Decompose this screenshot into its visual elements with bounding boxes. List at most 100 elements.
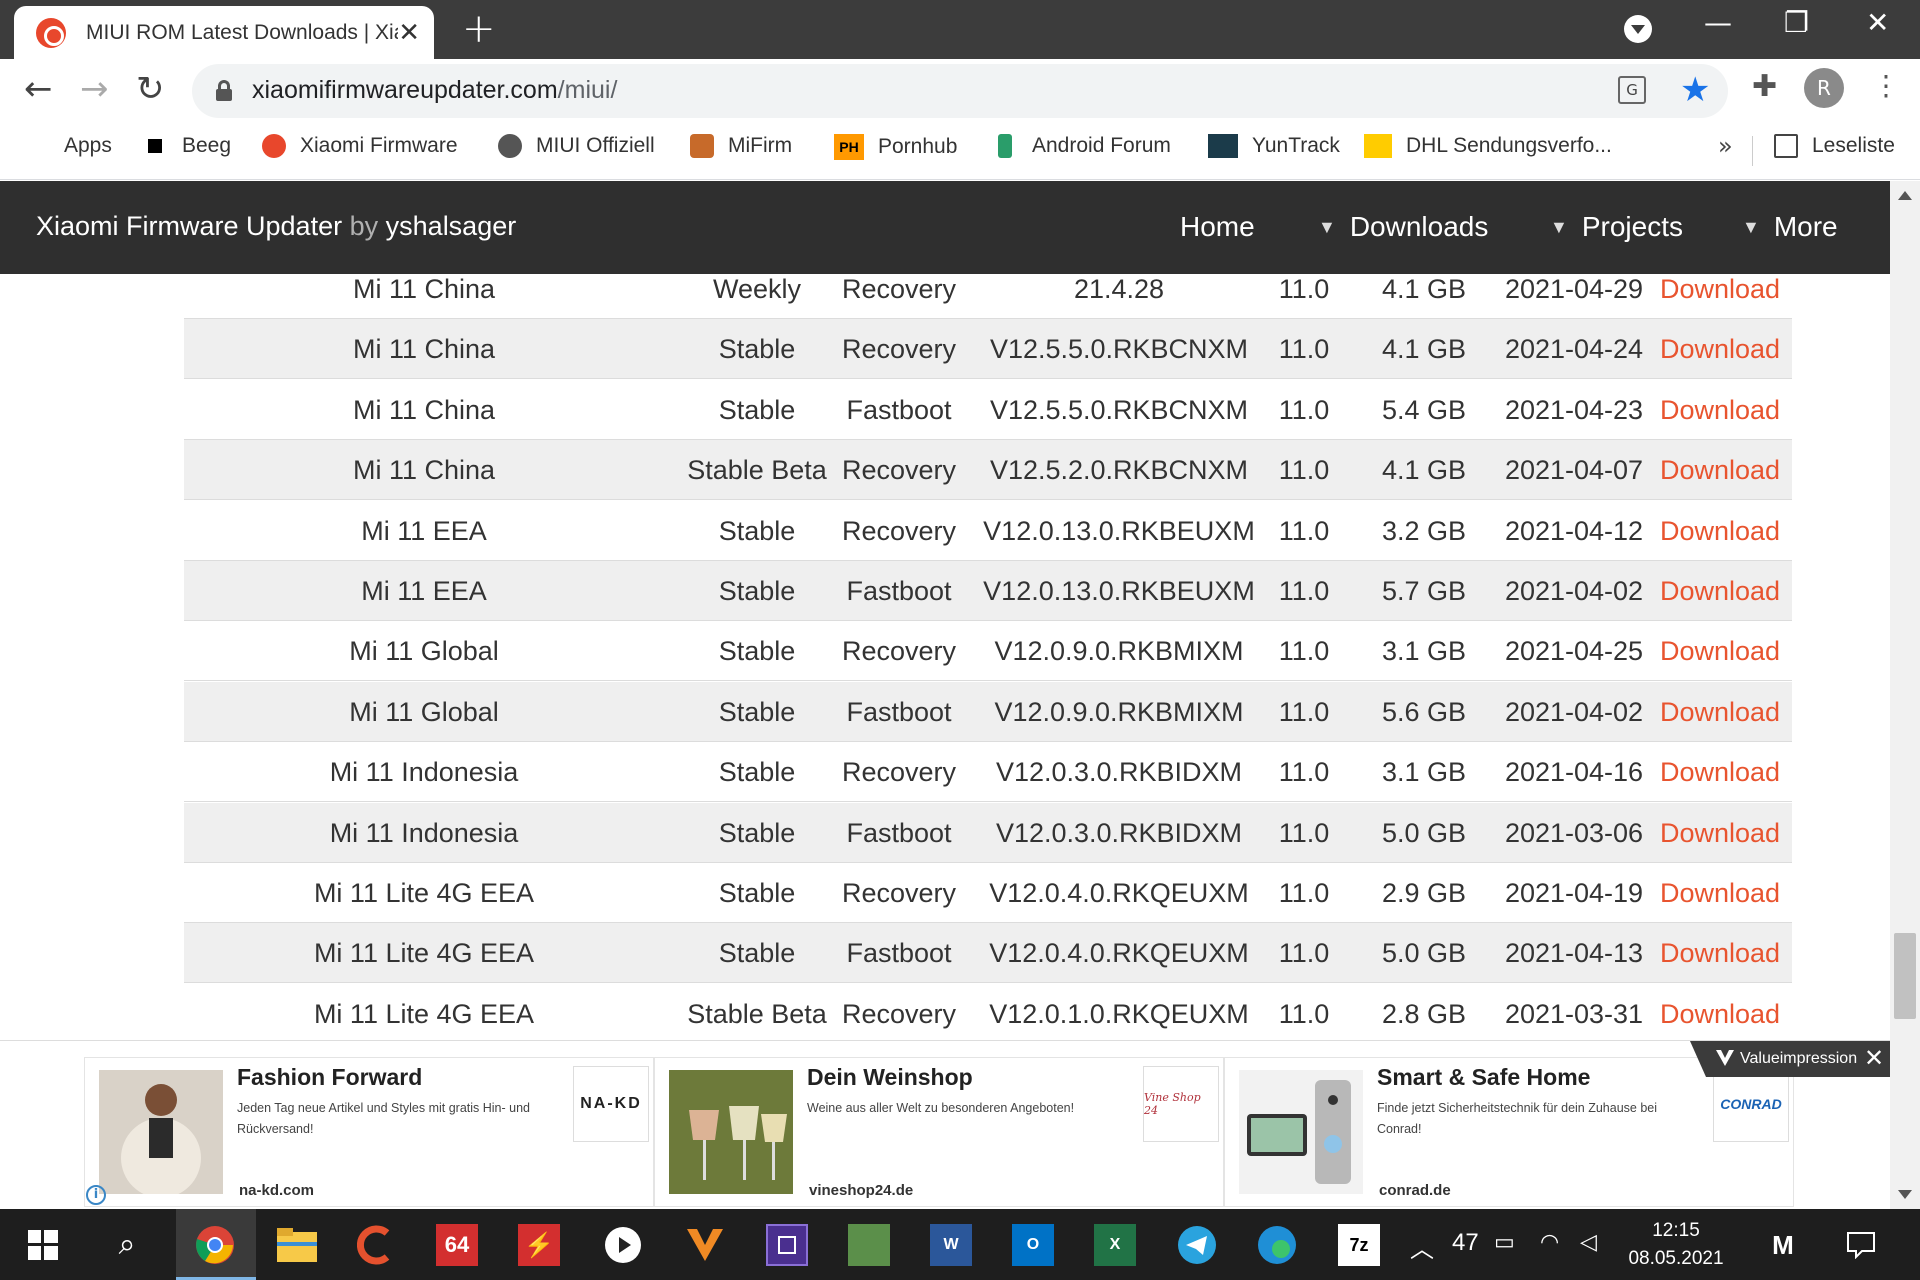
media-player-icon[interactable]	[602, 1224, 644, 1266]
scrollbar-thumb[interactable]	[1894, 933, 1916, 1019]
browser-tab-active[interactable]: MIUI ROM Latest Downloads | Xiaomi Firmw…	[14, 6, 434, 59]
cell-version: V12.0.4.0.RKQEUXM	[989, 938, 1249, 969]
forward-arrow-icon[interactable]: →	[80, 69, 109, 109]
more-bookmarks-chevron-icon[interactable]: »	[1718, 132, 1733, 160]
flash-icon[interactable]: ⚡	[518, 1224, 560, 1266]
restore-icon[interactable]: ❐	[1784, 6, 1809, 39]
bookmark-xiaomi-firmware[interactable]: Xiaomi Firmware	[262, 134, 458, 158]
close-window-icon[interactable]: ✕	[1866, 6, 1889, 39]
download-link[interactable]: Download	[1654, 682, 1786, 742]
profile-avatar[interactable]: R	[1804, 68, 1844, 108]
bookmark-android-forum[interactable]: Android Forum	[998, 134, 1171, 158]
notifications-icon[interactable]	[1840, 1224, 1882, 1266]
tray-chevron-up-icon[interactable]: ︿	[1410, 1229, 1434, 1264]
battery-icon[interactable]: ▭	[1494, 1229, 1515, 1255]
ccleaner-icon[interactable]	[356, 1224, 398, 1266]
site-brand[interactable]: Xiaomi Firmware Updater by yshalsager	[36, 211, 516, 242]
bookmark-yuntrack[interactable]: YunTrack	[1208, 134, 1340, 158]
word-icon[interactable]: W	[930, 1224, 972, 1266]
cell-branch: Stable	[718, 817, 796, 848]
ad-card-vineshop[interactable]: Dein Weinshop Weine aus aller Welt zu be…	[654, 1057, 1224, 1207]
cell-date: 2021-04-02	[1504, 696, 1644, 727]
file-explorer-icon[interactable]	[276, 1224, 318, 1266]
scroll-down-arrow-icon[interactable]	[1898, 1190, 1912, 1199]
bookmark-beeg[interactable]: Beeg	[148, 134, 231, 158]
nav-home[interactable]: Home	[1180, 211, 1255, 243]
excel-icon[interactable]: X	[1094, 1224, 1136, 1266]
reload-icon[interactable]: ↻	[136, 69, 165, 109]
download-link[interactable]: Download	[1654, 380, 1786, 440]
page-scrollbar[interactable]	[1890, 181, 1920, 1209]
bookmark-star-icon[interactable]: ★	[1680, 70, 1710, 110]
cell-branch: Stable Beta	[687, 998, 827, 1029]
ad-card-conrad[interactable]: Smart & Safe Home Finde jetzt Sicherheit…	[1224, 1057, 1794, 1207]
reading-list-button[interactable]: Leseliste	[1774, 134, 1895, 158]
valueimpression-badge[interactable]: Valueimpression ✕	[1690, 1041, 1890, 1077]
download-link[interactable]: Download	[1654, 923, 1786, 983]
aida64-icon[interactable]: 64	[436, 1224, 478, 1266]
cell-type: Recovery	[841, 515, 957, 546]
cell-version: V12.0.1.0.RKQEUXM	[989, 998, 1249, 1029]
bookmark-apps[interactable]: Apps	[26, 134, 112, 158]
lock-icon[interactable]	[216, 80, 232, 101]
search-icon[interactable]: ⌕	[106, 1224, 148, 1266]
download-link[interactable]: Download	[1654, 984, 1786, 1040]
back-arrow-icon[interactable]: ←	[24, 69, 53, 109]
chrome-icon[interactable]	[194, 1224, 236, 1266]
cell-date: 2021-04-16	[1504, 757, 1644, 788]
download-link[interactable]: Download	[1654, 274, 1786, 319]
address-bar[interactable]: xiaomifirmwareupdater.com/miui/ G ★	[192, 64, 1728, 118]
cell-date: 2021-03-31	[1504, 998, 1644, 1029]
network-monitor-icon[interactable]	[848, 1224, 890, 1266]
taskbar-clock[interactable]: 12:15 08.05.2021	[1620, 1217, 1732, 1273]
close-tab-icon[interactable]: ✕	[398, 18, 420, 48]
cell-android: 11.0	[1278, 878, 1330, 908]
bookmark-pornhub[interactable]: PH Pornhub	[834, 134, 957, 160]
new-tab-icon[interactable]: +	[462, 6, 496, 52]
ad-card-nakd[interactable]: Fashion Forward Jeden Tag neue Artikel u…	[84, 1057, 654, 1207]
download-link[interactable]: Download	[1654, 501, 1786, 561]
cpu-monitor-icon[interactable]	[766, 1224, 808, 1266]
download-link[interactable]: Download	[1654, 621, 1786, 681]
cell-version: V12.0.13.0.RKBEUXM	[983, 515, 1255, 546]
menu-kebab-icon[interactable]: ⋮	[1872, 69, 1900, 102]
7zip-icon[interactable]: 7z	[1338, 1224, 1380, 1266]
nav-more[interactable]: ▼ More	[1742, 211, 1838, 243]
telegram-icon[interactable]	[1176, 1224, 1218, 1266]
bookmark-miui-offiziell[interactable]: MIUI Offiziell	[498, 134, 655, 158]
translate-icon[interactable]: G	[1618, 76, 1646, 104]
download-link[interactable]: Download	[1654, 561, 1786, 621]
download-link[interactable]: Download	[1654, 319, 1786, 379]
wifi-icon[interactable]: ◠	[1540, 1229, 1559, 1255]
minimize-icon[interactable]: —	[1704, 6, 1732, 39]
xiaomi-firmware-favicon-icon	[36, 17, 66, 48]
edge-icon[interactable]	[1256, 1224, 1298, 1266]
cell-branch: Stable	[718, 515, 796, 546]
wine-glasses-image	[669, 1070, 793, 1194]
windows-start-icon[interactable]	[22, 1224, 64, 1266]
ad-title: Dein Weinshop	[807, 1064, 973, 1090]
miui-logo-icon[interactable]: M	[1762, 1224, 1804, 1266]
download-link[interactable]: Download	[1654, 803, 1786, 863]
bookmark-dhl[interactable]: DHL Sendungsverfo...	[1364, 134, 1612, 158]
bookmark-mifirm[interactable]: MiFirm	[690, 134, 792, 158]
volume-icon[interactable]: ◁	[1580, 1229, 1597, 1255]
cell-device: Mi 11 China	[352, 334, 496, 365]
outlook-icon[interactable]: O	[1012, 1224, 1054, 1266]
download-link[interactable]: Download	[1654, 742, 1786, 802]
nav-projects[interactable]: ▼ Projects	[1550, 211, 1683, 243]
nav-downloads[interactable]: ▼ Downloads	[1318, 211, 1488, 243]
tray-number[interactable]: 47	[1452, 1229, 1479, 1257]
extensions-puzzle-icon[interactable]: ✚	[1752, 69, 1777, 104]
url-text[interactable]: xiaomifirmwareupdater.com/miui/	[252, 76, 617, 105]
cell-date: 2021-04-29	[1504, 274, 1644, 304]
ad-info-icon[interactable]: i	[86, 1185, 106, 1205]
cell-branch: Stable	[718, 334, 796, 365]
download-link[interactable]: Download	[1654, 440, 1786, 500]
scroll-up-arrow-icon[interactable]	[1898, 191, 1912, 200]
tab-search-dropdown-icon[interactable]	[1624, 15, 1652, 43]
download-link[interactable]: Download	[1654, 863, 1786, 923]
vivaldi-icon[interactable]	[684, 1224, 726, 1266]
close-ad-icon[interactable]: ✕	[1864, 1041, 1884, 1077]
android-forum-icon	[998, 134, 1012, 158]
